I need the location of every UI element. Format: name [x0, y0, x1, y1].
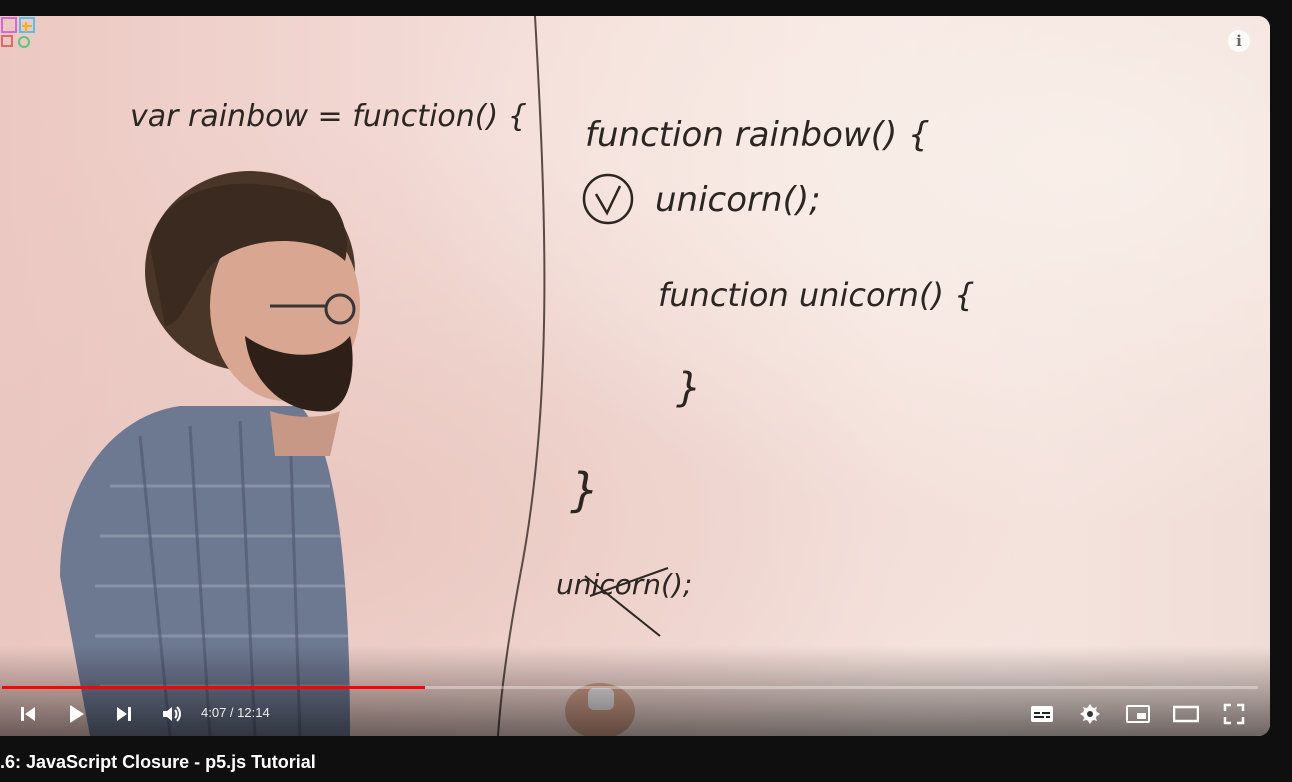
subtitles-button[interactable]	[1028, 700, 1056, 728]
theater-mode-button[interactable]	[1172, 700, 1200, 728]
video-frame[interactable]: var rainbow = function() { function rain…	[0, 16, 1270, 736]
theater-mode-icon	[1173, 705, 1199, 723]
volume-icon	[163, 706, 181, 722]
settings-button[interactable]	[1076, 700, 1104, 728]
code-left-line: var rainbow = function() {	[130, 99, 527, 134]
channel-watermark-logo[interactable]	[0, 16, 38, 50]
whiteboard-scene: var rainbow = function() { function rain…	[60, 16, 974, 736]
volume-button[interactable]	[157, 700, 185, 728]
gear-icon	[1080, 704, 1100, 724]
code-right-line-3: function unicorn() {	[658, 276, 974, 314]
code-inner-brace: }	[676, 365, 701, 411]
code-right-line-2: unicorn();	[655, 180, 821, 220]
fullscreen-button[interactable]	[1220, 700, 1248, 728]
miniplayer-icon	[1126, 705, 1150, 723]
video-title: .6: JavaScript Closure - p5.js Tutorial	[0, 752, 316, 772]
progress-bar[interactable]	[2, 686, 1258, 689]
play-button[interactable]	[62, 700, 90, 728]
previous-button[interactable]	[14, 700, 42, 728]
progress-played	[2, 686, 426, 689]
skip-previous-icon	[21, 707, 35, 721]
time-display: 4:07 / 12:14	[201, 705, 270, 720]
subtitles-icon	[1031, 706, 1053, 722]
next-button[interactable]	[110, 700, 138, 728]
skip-next-icon	[117, 707, 131, 721]
fullscreen-icon	[1223, 703, 1245, 725]
miniplayer-button[interactable]	[1124, 700, 1152, 728]
info-icon[interactable]: i	[1228, 30, 1250, 52]
code-outer-brace: }	[570, 463, 599, 517]
play-icon	[70, 705, 84, 723]
code-right-line-1: function rainbow() {	[585, 115, 930, 155]
video-player[interactable]: var rainbow = function() { function rain…	[0, 16, 1270, 736]
